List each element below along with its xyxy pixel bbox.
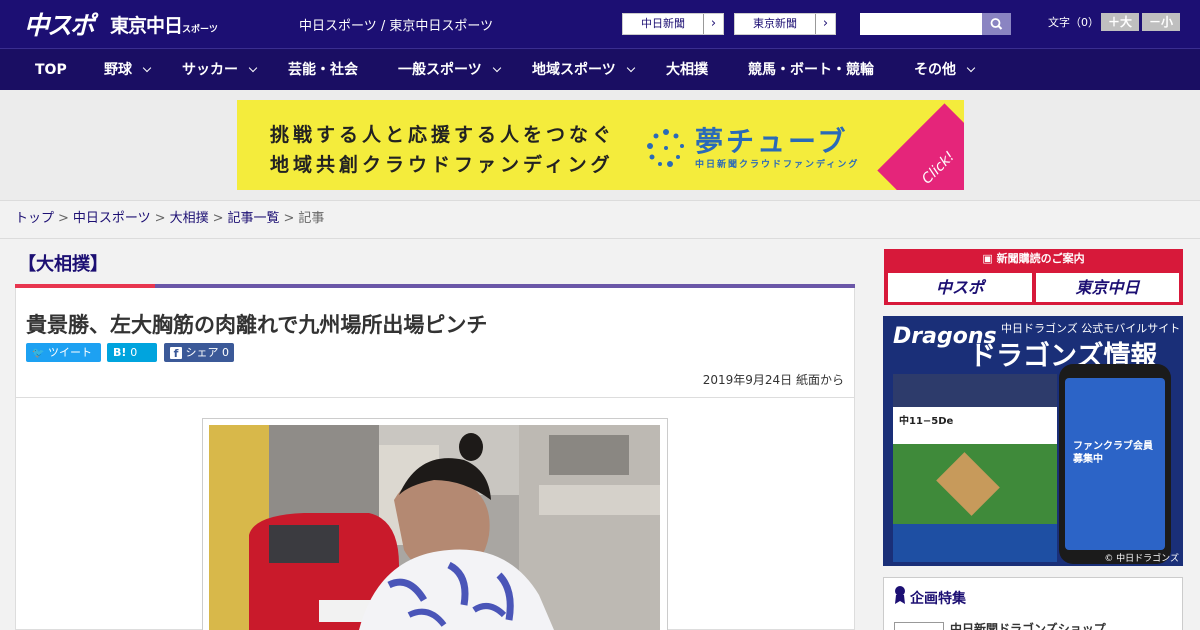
dots-logo-icon — [647, 129, 684, 167]
main-nav: TOP 野球 サッカー 芸能・社会 一般スポーツ 地域スポーツ 大相撲 競馬・ボ… — [0, 48, 1200, 90]
search-button[interactable] — [982, 13, 1011, 35]
feature-box: 企画特集 中日新聞ドラゴンズショップ — [883, 577, 1183, 630]
fanclub-text: ファンクラブ会員募集中 — [1073, 441, 1153, 465]
logo-chuspo[interactable]: 中スポ — [24, 6, 95, 42]
logo-tokyo-chunichi[interactable]: 東京中日スポーツ — [110, 11, 218, 38]
nav-item-baseball[interactable]: 野球 — [104, 49, 152, 91]
breadcrumb-sumo[interactable]: 大相撲 — [170, 211, 209, 226]
breadcrumb-chunichi-sports[interactable]: 中日スポーツ — [73, 211, 151, 226]
sumo-wrestler-photo — [209, 425, 660, 630]
feature-item-link[interactable]: 中日新聞ドラゴンズショップ — [950, 620, 1106, 630]
nav-label: 一般スポーツ — [398, 62, 482, 78]
hatena-count: 0 — [130, 346, 138, 359]
card-accent-red — [15, 284, 155, 288]
nav-label: サッカー — [182, 62, 238, 78]
nav-label: 大相撲 — [666, 62, 708, 78]
chevron-down-icon — [248, 63, 258, 73]
tweet-button[interactable]: 🐦 ツイート — [26, 343, 101, 362]
crowdfunding-banner[interactable]: 挑戦する人と応援する人をつなぐ 地域共創クラウドファンディング 夢チューブ 中日… — [237, 100, 964, 190]
banner-logo: 夢チューブ — [695, 125, 849, 158]
breadcrumb: トップ > 中日スポーツ > 大相撲 > 記事一覧 > 記事 — [0, 200, 1200, 239]
tokyo-link-label: 東京新聞 — [753, 17, 797, 30]
card-accent-purple — [155, 284, 855, 288]
feature-title: 企画特集 — [910, 591, 966, 607]
facebook-icon: f — [170, 347, 182, 360]
subscribe-tokyo-chunichi-button[interactable]: 東京中日 — [1036, 273, 1179, 302]
phone-mockup: ファンクラブ会員募集中 — [1059, 364, 1171, 564]
feature-thumbnail[interactable] — [894, 622, 944, 630]
banner-sub: 中日新聞クラウドファンディング — [695, 160, 860, 170]
chevron-down-icon — [626, 63, 635, 73]
nav-item-soccer[interactable]: サッカー — [182, 49, 258, 91]
ribbon-icon — [895, 586, 905, 604]
nav-label: 芸能・社会 — [288, 62, 358, 78]
banner-line-2: 地域共創クラウドファンディング — [270, 154, 614, 176]
site-title[interactable]: 中日スポーツ / 東京中日スポーツ — [299, 15, 493, 34]
subscription-box: ▣ 新聞購読のご案内 中スポ 東京中日 — [884, 249, 1183, 305]
facebook-share-button[interactable]: f シェア 0 — [164, 343, 234, 362]
breadcrumb-current: 記事 — [298, 211, 325, 226]
tweet-label: ツイート — [47, 346, 92, 359]
nav-label: 競馬・ボート・競輪 — [748, 62, 874, 78]
nav-label: その他 — [914, 62, 956, 78]
font-size-label: 文字（0） — [1048, 16, 1099, 29]
article-headline: 貴景勝、左大胸筋の肉離れで九州場所出場ピンチ — [26, 313, 488, 337]
hatena-bookmark-button[interactable]: B! 0 — [107, 343, 157, 362]
font-larger-button[interactable]: ＋大 — [1101, 13, 1139, 31]
score-text: 中11−5De — [899, 416, 954, 427]
logo-tokyo-text: 東京中日 — [110, 15, 183, 37]
top-header: 中スポ 東京中日スポーツ 中日スポーツ / 東京中日スポーツ 中日新聞 › 東京… — [0, 0, 1200, 48]
nav-label: 地域スポーツ — [532, 62, 616, 78]
chevron-down-icon — [492, 63, 501, 73]
chevron-right-icon: › — [703, 14, 723, 34]
chevron-down-icon — [142, 63, 152, 73]
subscribe-chuspo-button[interactable]: 中スポ — [888, 273, 1032, 302]
logo-tokyo-small: スポーツ — [182, 25, 218, 35]
tokyo-shimbun-link[interactable]: 東京新聞 › — [734, 13, 836, 35]
nav-label: TOP — [35, 62, 67, 78]
subscription-title: ▣ 新聞購読のご案内 — [884, 250, 1183, 266]
hatena-icon: B! — [113, 346, 127, 359]
newspaper-icon: ▣ — [982, 252, 997, 265]
share-label: シェア — [185, 346, 219, 359]
search-icon — [990, 18, 1003, 30]
chunichi-link-label: 中日新聞 — [641, 17, 685, 30]
nav-item-top[interactable]: TOP — [35, 49, 67, 91]
dragons-copyright: © 中日ドラゴンズ — [1104, 554, 1179, 564]
nav-item-entertainment[interactable]: 芸能・社会 — [288, 49, 358, 91]
nav-item-sumo[interactable]: 大相撲 — [666, 49, 708, 91]
banner-line-1: 挑戦する人と応援する人をつなぐ — [270, 124, 616, 146]
search-input[interactable] — [860, 13, 982, 35]
subscription-title-text: 新聞購読のご案内 — [996, 252, 1085, 265]
chevron-down-icon — [966, 63, 976, 73]
breadcrumb-article-list[interactable]: 記事一覧 — [228, 211, 280, 226]
nav-item-racing[interactable]: 競馬・ボート・競輪 — [748, 49, 874, 91]
breadcrumb-top[interactable]: トップ — [15, 211, 54, 226]
dragons-mobile-ad[interactable]: Dragons 中日ドラゴンズ 公式モバイルサイト ドラゴンズ情報 中11−5D… — [883, 316, 1183, 566]
nav-item-other[interactable]: その他 — [914, 49, 976, 91]
ad-banner-area: 挑戦する人と応援する人をつなぐ 地域共創クラウドファンディング 夢チューブ 中日… — [0, 90, 1200, 200]
article-date: 2019年9月24日 紙面から — [702, 373, 844, 387]
share-count: 0 — [222, 346, 229, 359]
twitter-icon: 🐦 — [32, 348, 45, 359]
font-smaller-button[interactable]: －小 — [1142, 13, 1180, 31]
scoreboard-panel: 中11−5De — [893, 374, 1057, 562]
chunichi-shimbun-link[interactable]: 中日新聞 › — [622, 13, 724, 35]
nav-item-general-sports[interactable]: 一般スポーツ — [398, 49, 501, 91]
article-photo[interactable] — [209, 425, 660, 630]
chevron-right-icon: › — [815, 14, 835, 34]
nav-item-local-sports[interactable]: 地域スポーツ — [532, 49, 635, 91]
category-label: 【大相撲】 — [18, 254, 108, 275]
nav-label: 野球 — [104, 62, 132, 78]
